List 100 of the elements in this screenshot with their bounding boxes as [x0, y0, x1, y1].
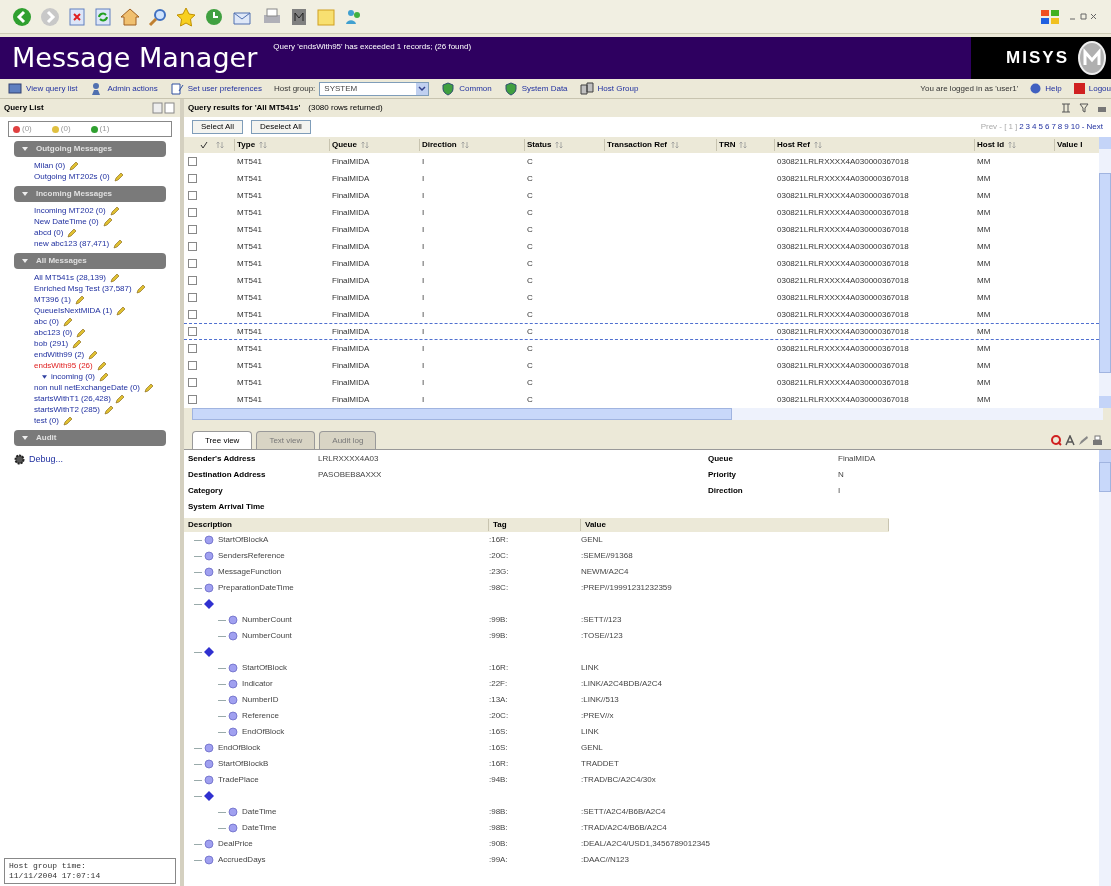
query-link[interactable]: non null netExchangeDate (0): [34, 382, 154, 393]
table-row[interactable]: MT541 FinalMIDA I C 030821LRLRXXXX4A030000367018 MM: [184, 170, 1099, 187]
row-checkbox[interactable]: [188, 327, 197, 336]
column-header[interactable]: Direction: [419, 139, 524, 151]
query-link[interactable]: Milan (0): [34, 160, 80, 171]
row-checkbox[interactable]: [188, 293, 197, 302]
query-link[interactable]: incoming (0): [51, 371, 109, 382]
expand-icon[interactable]: [42, 375, 47, 379]
tree-node-label[interactable]: EndOfBlock: [218, 742, 261, 754]
sort-icon[interactable]: [259, 141, 268, 149]
stop-icon[interactable]: [68, 7, 86, 26]
home-icon[interactable]: [120, 7, 140, 26]
pencil-icon[interactable]: [1078, 435, 1089, 446]
table-row[interactable]: MT541 FinalMIDA I C 030821LRLRXXXX4A030000367018 MM: [184, 221, 1099, 238]
sort-icon[interactable]: [1008, 141, 1017, 149]
row-checkbox[interactable]: [188, 208, 197, 217]
tree-node-label[interactable]: NumberCount: [242, 630, 292, 642]
tree-node-label[interactable]: Reference: [242, 710, 279, 722]
nav-link[interactable]: Host Group: [579, 81, 639, 96]
column-header[interactable]: Transaction Ref: [604, 139, 716, 151]
sort-icon[interactable]: [739, 141, 748, 149]
table-row[interactable]: MT541 FinalMIDA I C 030821LRLRXXXX4A030000367018 MM: [184, 391, 1099, 408]
page-link[interactable]: 4: [1032, 121, 1037, 133]
table-row[interactable]: MT541 FinalMIDA I C 030821LRLRXXXX4A030000367018 MM: [184, 238, 1099, 255]
nav-link[interactable]: Set user preferences: [169, 81, 262, 96]
nav-link[interactable]: View query list: [8, 81, 78, 96]
sort-icon[interactable]: [360, 141, 369, 149]
query-link[interactable]: abc (0): [34, 316, 73, 327]
page-link[interactable]: 7: [1051, 121, 1056, 133]
column-header[interactable]: Tag: [489, 519, 581, 531]
pencil-icon[interactable]: [96, 360, 107, 371]
page-link[interactable]: 6: [1044, 121, 1050, 133]
tree-node-label[interactable]: SendersReference: [218, 550, 285, 562]
table-row[interactable]: MT541 FinalMIDA I C 030821LRLRXXXX4A030000367018 MM: [184, 357, 1099, 374]
table-row[interactable]: MT541 FinalMIDA I C 030821LRLRXXXX4A030000367018 MM: [184, 204, 1099, 221]
row-checkbox[interactable]: [188, 157, 197, 166]
page-link[interactable]: 9: [1064, 121, 1069, 133]
tree-node-label[interactable]: StartOfBlock: [242, 662, 287, 674]
select-button[interactable]: Select All: [192, 120, 243, 134]
tree-node-label[interactable]: PreparationDateTime: [218, 582, 294, 594]
note-icon[interactable]: [316, 6, 336, 27]
horizontal-scrollbar[interactable]: [192, 408, 1103, 420]
tree-node-label[interactable]: MessageFunction: [218, 566, 282, 578]
column-header[interactable]: Value: [581, 519, 889, 531]
refresh-icon[interactable]: [94, 7, 112, 26]
row-checkbox[interactable]: [188, 242, 197, 251]
pencil-icon[interactable]: [72, 338, 83, 349]
window-controls-icon[interactable]: [1069, 11, 1099, 22]
column-header[interactable]: Queue: [329, 139, 419, 151]
vertical-scrollbar[interactable]: [1099, 450, 1111, 886]
logout-link[interactable]: Logou: [1073, 82, 1111, 95]
query-link[interactable]: startsWithT2 (285): [34, 404, 114, 415]
column-header[interactable]: TRN: [716, 139, 774, 151]
row-checkbox[interactable]: [188, 191, 197, 200]
query-link[interactable]: abc123 (0): [34, 327, 87, 338]
page-link[interactable]: 2: [1019, 121, 1024, 133]
row-checkbox[interactable]: [188, 276, 197, 285]
table-row[interactable]: MT541 FinalMIDA I C 030821LRLRXXXX4A030000367018 MM: [184, 340, 1099, 357]
vertical-scrollbar[interactable]: [1099, 137, 1111, 408]
pencil-icon[interactable]: [143, 382, 154, 393]
tree-node-label[interactable]: AccruedDays: [218, 854, 266, 866]
column-header[interactable]: Host Id: [974, 139, 1054, 151]
row-checkbox[interactable]: [188, 174, 197, 183]
pencil-icon[interactable]: [76, 327, 87, 338]
tree-node-label[interactable]: DealPrice: [218, 838, 253, 850]
pencil-icon[interactable]: [67, 227, 78, 238]
pencil-icon[interactable]: [99, 371, 109, 382]
sort-icon[interactable]: [671, 141, 679, 149]
table-row[interactable]: MT541 FinalMIDA I C 030821LRLRXXXX4A030000367018 MM: [184, 153, 1099, 170]
row-checkbox[interactable]: [188, 395, 197, 404]
pencil-icon[interactable]: [114, 393, 125, 404]
query-link[interactable]: Outgoing MT202s (0): [34, 171, 124, 182]
tree-node-label[interactable]: NumberID: [242, 694, 279, 706]
table-row[interactable]: MT541 FinalMIDA I C 030821LRLRXXXX4A030000367018 MM: [184, 374, 1099, 391]
table-row[interactable]: MT541 FinalMIDA I C 030821LRLRXXXX4A030000367018 MM: [184, 255, 1099, 272]
pencil-icon[interactable]: [102, 216, 113, 227]
tree-node-label[interactable]: NumberCount: [242, 614, 292, 626]
pencil-icon[interactable]: [116, 305, 127, 316]
pencil-icon[interactable]: [113, 238, 124, 249]
query-link[interactable]: Enriched Msg Test (37,587): [34, 283, 146, 294]
query-link[interactable]: New DateTime (0): [34, 216, 113, 227]
sort-icon[interactable]: [216, 141, 224, 149]
row-checkbox[interactable]: [188, 225, 197, 234]
query-link[interactable]: Incoming MT202 (0): [34, 205, 120, 216]
pencil-icon[interactable]: [62, 415, 73, 426]
query-link[interactable]: bob (291): [34, 338, 83, 349]
host-group-select[interactable]: SYSTEM: [319, 81, 430, 96]
row-checkbox[interactable]: [188, 310, 197, 319]
pencil-icon[interactable]: [62, 316, 73, 327]
debug-link[interactable]: Debug...: [14, 453, 166, 467]
tree-node-label[interactable]: Indicator: [242, 678, 273, 690]
row-checkbox[interactable]: [188, 259, 197, 268]
forward-icon[interactable]: [40, 6, 60, 27]
star-icon[interactable]: [176, 6, 196, 27]
pencil-icon[interactable]: [69, 160, 80, 171]
pencil-icon[interactable]: [103, 404, 114, 415]
query-link[interactable]: endWith99 (2): [34, 349, 99, 360]
table-row[interactable]: MT541 FinalMIDA I C 030821LRLRXXXX4A030000367018 MM: [184, 289, 1099, 306]
tree-node-label[interactable]: TradePlace: [218, 774, 259, 786]
query-link[interactable]: All MT541s (28,139): [34, 272, 121, 283]
